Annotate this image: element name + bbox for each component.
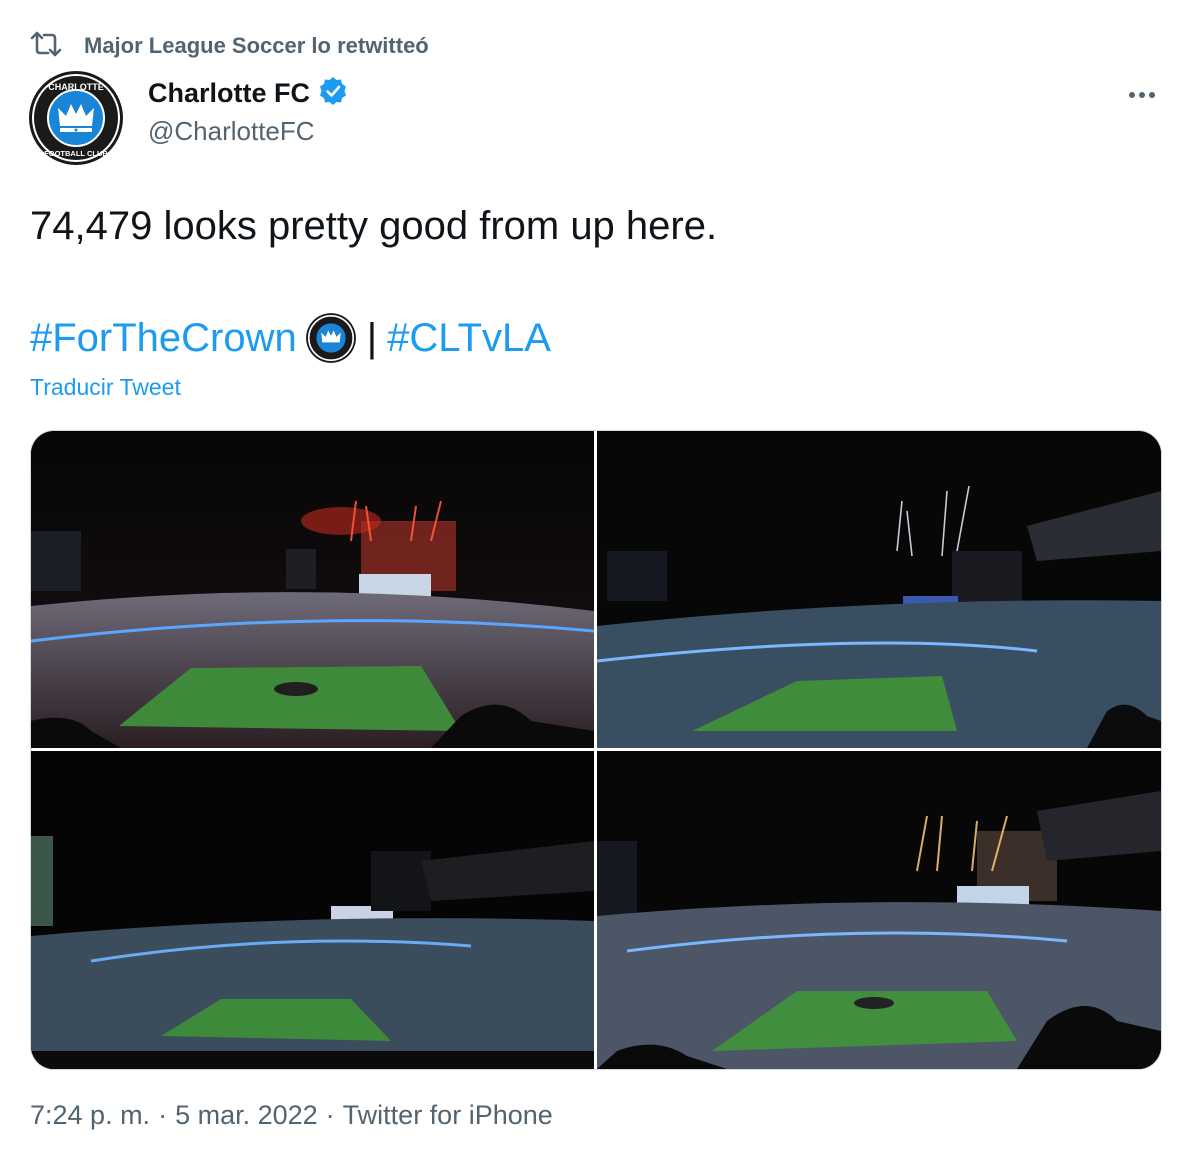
tweet-text: 74,479 looks pretty good from up here. [30,204,718,248]
avatar-text-top: CHARLOTTE [48,82,104,92]
tweet-hashtags-line: #ForTheCrown | #CLTvLA [30,312,551,364]
stadium-photo-white-fireworks [597,431,1161,748]
meta-separator: · [325,1100,335,1130]
tweet-source: Twitter for iPhone [342,1100,553,1130]
stadium-photo-2[interactable] [597,431,1161,748]
more-horizontal-icon [1129,92,1155,98]
translate-tweet-link[interactable]: Traducir Tweet [30,374,181,401]
tweet-time[interactable]: 7:24 p. m. [30,1100,150,1131]
author-handle[interactable]: @CharlotteFC [148,116,315,147]
avatar-text-bottom: FOOTBALL CLUB [44,149,108,158]
charlotte-fc-crest-emoji [305,312,357,364]
author-name[interactable]: Charlotte FC [148,78,310,109]
stadium-photo-red-fireworks [31,431,594,748]
stadium-photo-4[interactable] [597,751,1161,1069]
retweet-context[interactable]: Major League Soccer lo retwitteó [30,28,429,64]
stadium-photo-3[interactable] [31,751,594,1069]
hashtag-cltvla[interactable]: #CLTvLA [387,312,551,364]
meta-separator: · [158,1100,168,1130]
avatar[interactable]: CHARLOTTE FOOTBALL CLUB [28,70,124,166]
stadium-photo-night [31,751,594,1069]
retweet-icon [30,30,62,63]
tweet-date[interactable]: 5 mar. 2022 [175,1100,318,1131]
more-options-button[interactable] [1124,78,1160,108]
tweet-meta: 7:24 p. m. · 5 mar. 2022 · Twitter for i… [30,1100,553,1131]
hashtag-separator: | [366,316,378,360]
charlotte-fc-crest: CHARLOTTE FOOTBALL CLUB [29,71,123,165]
retweet-label: Major League Soccer lo retwitteó [84,33,429,58]
verified-badge-icon [318,76,348,111]
hashtag-for-the-crown[interactable]: #ForTheCrown [30,312,297,364]
author-name-row[interactable]: Charlotte FC [148,76,348,111]
stadium-photo-gold-fireworks [597,751,1161,1069]
stadium-photo-1[interactable] [31,431,594,748]
media-grid [30,430,1162,1070]
